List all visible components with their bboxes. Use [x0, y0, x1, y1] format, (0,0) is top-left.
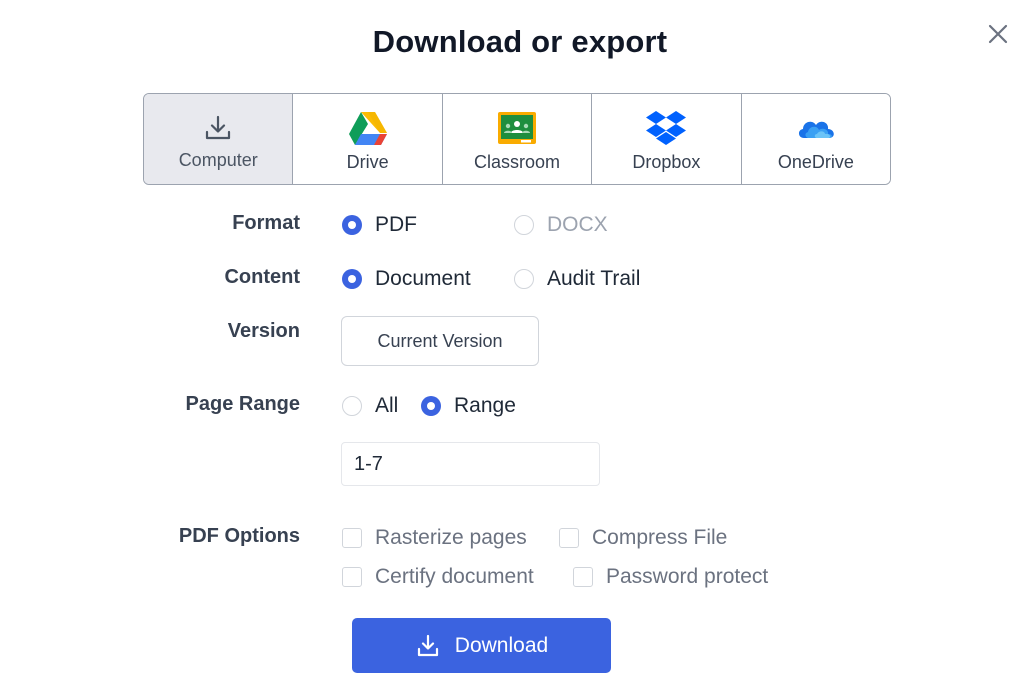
download-button-label: Download	[454, 633, 549, 657]
page-range-input[interactable]: 1-7	[341, 442, 600, 486]
content-audit-trail-radio[interactable]: Audit Trail	[514, 267, 640, 291]
version-label: Version	[227, 320, 300, 342]
onedrive-icon	[795, 108, 837, 148]
destination-selector: Computer Drive Classroom Dropbox OneDriv…	[143, 93, 891, 185]
option-label: Rasterize pages	[375, 526, 527, 549]
download-icon	[203, 108, 233, 148]
password-protect-checkbox[interactable]: Password protect	[573, 565, 768, 589]
destination-label: Computer	[178, 150, 258, 170]
radio-indicator	[342, 269, 362, 289]
option-label: Password protect	[606, 565, 769, 588]
format-label: Format	[232, 212, 300, 234]
page-range-range-radio[interactable]: Range	[421, 394, 516, 418]
page-range-all-radio[interactable]: All	[342, 394, 398, 418]
destination-onedrive[interactable]: OneDrive	[740, 94, 890, 184]
radio-indicator	[514, 269, 534, 289]
compress-file-checkbox[interactable]: Compress File	[559, 526, 727, 550]
option-label: PDF	[375, 213, 417, 236]
option-label: Range	[454, 394, 516, 417]
version-select[interactable]: Current Version	[341, 316, 539, 366]
destination-classroom[interactable]: Classroom	[441, 94, 592, 184]
google-classroom-icon	[497, 108, 537, 148]
pdf-options-label: PDF Options	[178, 525, 300, 547]
page-range-label: Page Range	[185, 393, 300, 415]
option-label: All	[375, 394, 399, 417]
destination-computer[interactable]: Computer	[144, 94, 293, 184]
destination-dropbox[interactable]: Dropbox	[591, 94, 741, 184]
destination-label: Classroom	[474, 152, 561, 172]
dropbox-icon	[646, 108, 687, 148]
close-icon[interactable]	[984, 20, 1012, 48]
destination-drive[interactable]: Drive	[292, 94, 442, 184]
format-docx-radio[interactable]: DOCX	[514, 213, 608, 237]
destination-label: Dropbox	[632, 152, 701, 172]
checkbox-indicator	[559, 528, 579, 548]
option-label: Audit Trail	[547, 267, 641, 290]
option-label: Compress File	[592, 526, 728, 549]
radio-indicator	[514, 215, 534, 235]
google-drive-icon	[348, 108, 388, 148]
format-pdf-radio[interactable]: PDF	[342, 213, 417, 237]
download-icon	[417, 634, 438, 656]
content-label: Content	[224, 266, 300, 288]
download-button[interactable]: Download	[352, 618, 611, 673]
rasterize-pages-checkbox[interactable]: Rasterize pages	[342, 526, 527, 550]
radio-indicator	[342, 215, 362, 235]
checkbox-indicator	[342, 567, 362, 587]
checkbox-indicator	[573, 567, 593, 587]
checkbox-indicator	[342, 528, 362, 548]
radio-indicator	[342, 396, 362, 416]
option-label: Certify document	[375, 565, 534, 588]
destination-label: OneDrive	[777, 152, 854, 172]
destination-label: Drive	[346, 152, 389, 172]
content-document-radio[interactable]: Document	[342, 267, 471, 291]
certify-document-checkbox[interactable]: Certify document	[342, 565, 534, 589]
dialog-title: Download or export	[372, 24, 668, 59]
radio-indicator	[421, 396, 441, 416]
option-label: DOCX	[547, 213, 608, 236]
option-label: Document	[375, 267, 471, 290]
